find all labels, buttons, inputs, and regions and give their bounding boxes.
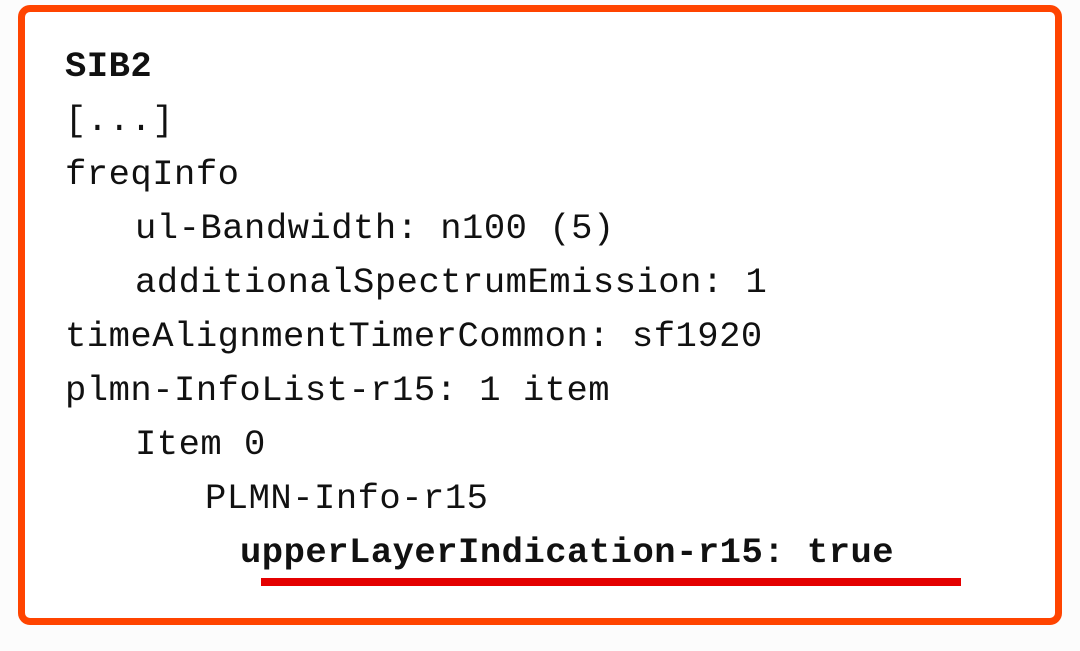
- time-alignment-timer-common: timeAlignmentTimerCommon: sf1920: [65, 310, 1043, 364]
- item-0: Item 0: [65, 418, 1043, 472]
- sib2-config-frame: SIB2 [...] freqInfo ul-Bandwidth: n100 (…: [18, 5, 1062, 625]
- upper-layer-indication: upperLayerIndication-r15: true: [65, 526, 1043, 580]
- plmn-info-list: plmn-InfoList-r15: 1 item: [65, 364, 1043, 418]
- sib2-title: SIB2: [65, 40, 1043, 94]
- ul-bandwidth: ul-Bandwidth: n100 (5): [65, 202, 1043, 256]
- plmn-info: PLMN-Info-r15: [65, 472, 1043, 526]
- freq-info-label: freqInfo: [65, 148, 1043, 202]
- ellipsis: [...]: [65, 94, 1043, 148]
- additional-spectrum-emission: additionalSpectrumEmission: 1: [65, 256, 1043, 310]
